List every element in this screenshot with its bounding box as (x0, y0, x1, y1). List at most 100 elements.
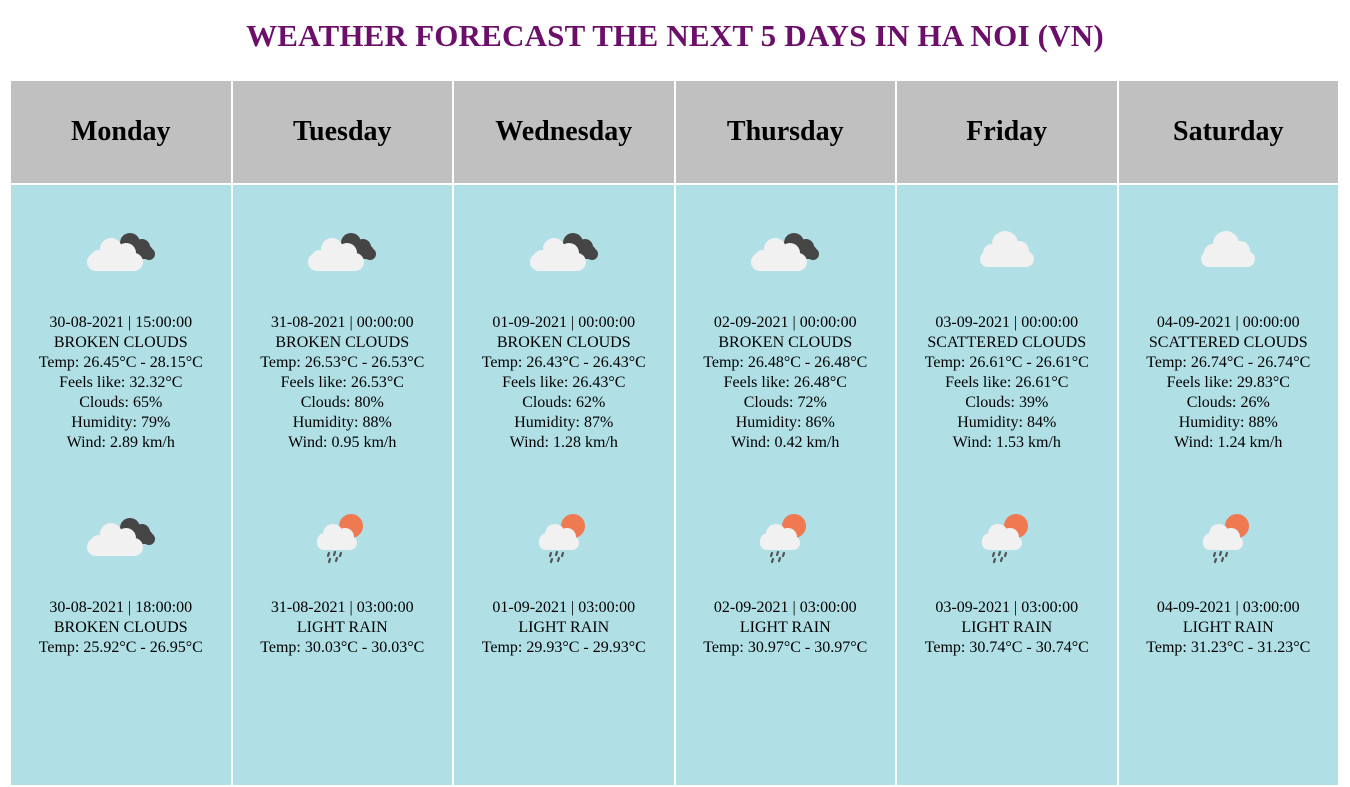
forecast-temp: Temp: 31.23°C - 31.23°C (1146, 639, 1311, 656)
forecast-clouds: Clouds: 65% (79, 394, 163, 411)
weather-icon-wrap (454, 185, 674, 313)
forecast-humidity: Humidity: 86% (735, 414, 835, 431)
forecast-slot: 04-09-2021 | 00:00:00 SCATTERED CLOUDS Tem… (1119, 185, 1339, 470)
forecast-humidity: Humidity: 79% (71, 414, 171, 431)
weather-icon-wrap (454, 470, 674, 598)
forecast-temp: Temp: 26.74°C - 26.74°C (1146, 354, 1311, 371)
forecast-description: BROKEN CLOUDS (53, 334, 188, 351)
day-header-friday: Friday (897, 81, 1117, 183)
forecast-temp: Temp: 25.92°C - 26.95°C (38, 639, 203, 656)
forecast-clouds: Clouds: 62% (522, 394, 606, 411)
light-rain-icon (1199, 512, 1257, 564)
forecast-temp: Temp: 26.45°C - 28.15°C (38, 354, 203, 371)
forecast-slot: 01-09-2021 | 03:00:00 LIGHT RAIN Temp: 29.… (454, 470, 674, 755)
weather-icon-wrap (11, 185, 231, 313)
forecast-description: LIGHT RAIN (296, 619, 388, 636)
forecast-slot: 04-09-2021 | 03:00:00 LIGHT RAIN Temp: 31.… (1119, 470, 1339, 755)
forecast-wind: Wind: 2.89 km/h (66, 434, 175, 451)
forecast-table: Monday Tuesday Wednesday Thursday Friday… (9, 79, 1340, 787)
broken-clouds-icon (85, 512, 157, 558)
forecast-datetime: 03-09-2021 | 03:00:00 (935, 599, 1079, 616)
forecast-humidity: Humidity: 88% (1178, 414, 1278, 431)
forecast-description: SCATTERED CLOUDS (1148, 334, 1308, 351)
forecast-slot: 03-09-2021 | 00:00:00 SCATTERED CLOUDS Tem… (897, 185, 1117, 470)
weather-icon-wrap (11, 470, 231, 598)
day-header-saturday: Saturday (1118, 81, 1338, 183)
forecast-slot: 02-09-2021 | 00:00:00 BROKEN CLOUDS Temp: … (676, 185, 896, 470)
forecast-wind: Wind: 1.53 km/h (952, 434, 1061, 451)
forecast-humidity: Humidity: 87% (514, 414, 614, 431)
forecast-feels-like: Feels like: 26.43°C (502, 374, 626, 391)
day-header-wednesday: Wednesday (454, 81, 674, 183)
day-column-saturday: 04-09-2021 | 00:00:00 SCATTERED CLOUDS Tem… (1118, 185, 1339, 785)
forecast-humidity: Humidity: 88% (292, 414, 392, 431)
forecast-feels-like: Feels like: 26.48°C (723, 374, 847, 391)
forecast-slot: 01-09-2021 | 00:00:00 BROKEN CLOUDS Temp: … (454, 185, 674, 470)
forecast-datetime: 02-09-2021 | 00:00:00 (713, 314, 857, 331)
forecast-feels-like: Feels like: 26.53°C (280, 374, 404, 391)
forecast-temp: Temp: 26.61°C - 26.61°C (924, 354, 1089, 371)
forecast-datetime: 04-09-2021 | 00:00:00 (1156, 314, 1300, 331)
day-column-tuesday: 31-08-2021 | 00:00:00 BROKEN CLOUDS Temp: … (232, 185, 453, 785)
forecast-wind: Wind: 0.42 km/h (731, 434, 840, 451)
day-column-monday: 30-08-2021 | 15:00:00 BROKEN CLOUDS Temp: … (11, 185, 231, 785)
forecast-temp: Temp: 30.74°C - 30.74°C (924, 639, 1089, 656)
forecast-slot: 31-08-2021 | 03:00:00 LIGHT RAIN Temp: 30.… (233, 470, 453, 755)
scattered-clouds-icon (975, 227, 1039, 269)
forecast-clouds: Clouds: 39% (965, 394, 1049, 411)
forecast-description: BROKEN CLOUDS (275, 334, 410, 351)
light-rain-icon (978, 512, 1036, 564)
forecast-humidity: Humidity: 84% (957, 414, 1057, 431)
forecast-datetime: 01-09-2021 | 03:00:00 (492, 599, 636, 616)
day-column-thursday: 02-09-2021 | 00:00:00 BROKEN CLOUDS Temp: … (675, 185, 896, 785)
weather-icon-wrap (1119, 470, 1339, 598)
day-column-wednesday: 01-09-2021 | 00:00:00 BROKEN CLOUDS Temp: … (454, 185, 674, 785)
weather-icon-wrap (676, 470, 896, 598)
forecast-slot: 30-08-2021 | 18:00:00 BROKEN CLOUDS Temp: … (11, 470, 231, 755)
forecast-row: 30-08-2021 | 15:00:00 BROKEN CLOUDS Temp: … (11, 185, 1338, 785)
forecast-description: BROKEN CLOUDS (53, 619, 188, 636)
forecast-temp: Temp: 29.93°C - 29.93°C (481, 639, 646, 656)
forecast-datetime: 30-08-2021 | 18:00:00 (49, 599, 193, 616)
forecast-description: BROKEN CLOUDS (496, 334, 631, 351)
forecast-description: BROKEN CLOUDS (718, 334, 853, 351)
forecast-datetime: 01-09-2021 | 00:00:00 (492, 314, 636, 331)
forecast-description: LIGHT RAIN (518, 619, 610, 636)
forecast-datetime: 31-08-2021 | 03:00:00 (270, 599, 414, 616)
weather-icon-wrap (233, 185, 453, 313)
forecast-feels-like: Feels like: 29.83°C (1166, 374, 1290, 391)
broken-clouds-icon (85, 227, 157, 273)
scattered-clouds-icon (1196, 227, 1260, 269)
day-column-friday: 03-09-2021 | 00:00:00 SCATTERED CLOUDS Tem… (897, 185, 1117, 785)
forecast-clouds: Clouds: 72% (743, 394, 827, 411)
light-rain-icon (756, 512, 814, 564)
forecast-datetime: 03-09-2021 | 00:00:00 (935, 314, 1079, 331)
forecast-description: LIGHT RAIN (1182, 619, 1274, 636)
forecast-clouds: Clouds: 26% (1186, 394, 1270, 411)
forecast-description: SCATTERED CLOUDS (927, 334, 1087, 351)
forecast-temp: Temp: 26.43°C - 26.43°C (481, 354, 646, 371)
light-rain-icon (313, 512, 371, 564)
day-header-monday: Monday (11, 81, 231, 183)
forecast-slot: 03-09-2021 | 03:00:00 LIGHT RAIN Temp: 30.… (897, 470, 1117, 755)
forecast-description: LIGHT RAIN (739, 619, 831, 636)
forecast-slot: 30-08-2021 | 15:00:00 BROKEN CLOUDS Temp: … (11, 185, 231, 470)
forecast-wind: Wind: 1.28 km/h (509, 434, 618, 451)
forecast-datetime: 30-08-2021 | 15:00:00 (49, 314, 193, 331)
forecast-temp: Temp: 26.48°C - 26.48°C (703, 354, 868, 371)
forecast-wind: Wind: 1.24 km/h (1174, 434, 1283, 451)
weather-icon-wrap (676, 185, 896, 313)
day-header-tuesday: Tuesday (232, 81, 452, 183)
forecast-slot: 02-09-2021 | 03:00:00 LIGHT RAIN Temp: 30.… (676, 470, 896, 755)
weather-icon-wrap (897, 185, 1117, 313)
forecast-temp: Temp: 30.97°C - 30.97°C (703, 639, 868, 656)
forecast-feels-like: Feels like: 32.32°C (59, 374, 183, 391)
broken-clouds-icon (306, 227, 378, 273)
forecast-datetime: 02-09-2021 | 03:00:00 (713, 599, 857, 616)
day-header-row: Monday Tuesday Wednesday Thursday Friday… (11, 81, 1338, 183)
forecast-datetime: 04-09-2021 | 03:00:00 (1156, 599, 1300, 616)
forecast-temp: Temp: 26.53°C - 26.53°C (260, 354, 425, 371)
weather-icon-wrap (1119, 185, 1339, 313)
day-header-thursday: Thursday (675, 81, 895, 183)
weather-icon-wrap (233, 470, 453, 598)
